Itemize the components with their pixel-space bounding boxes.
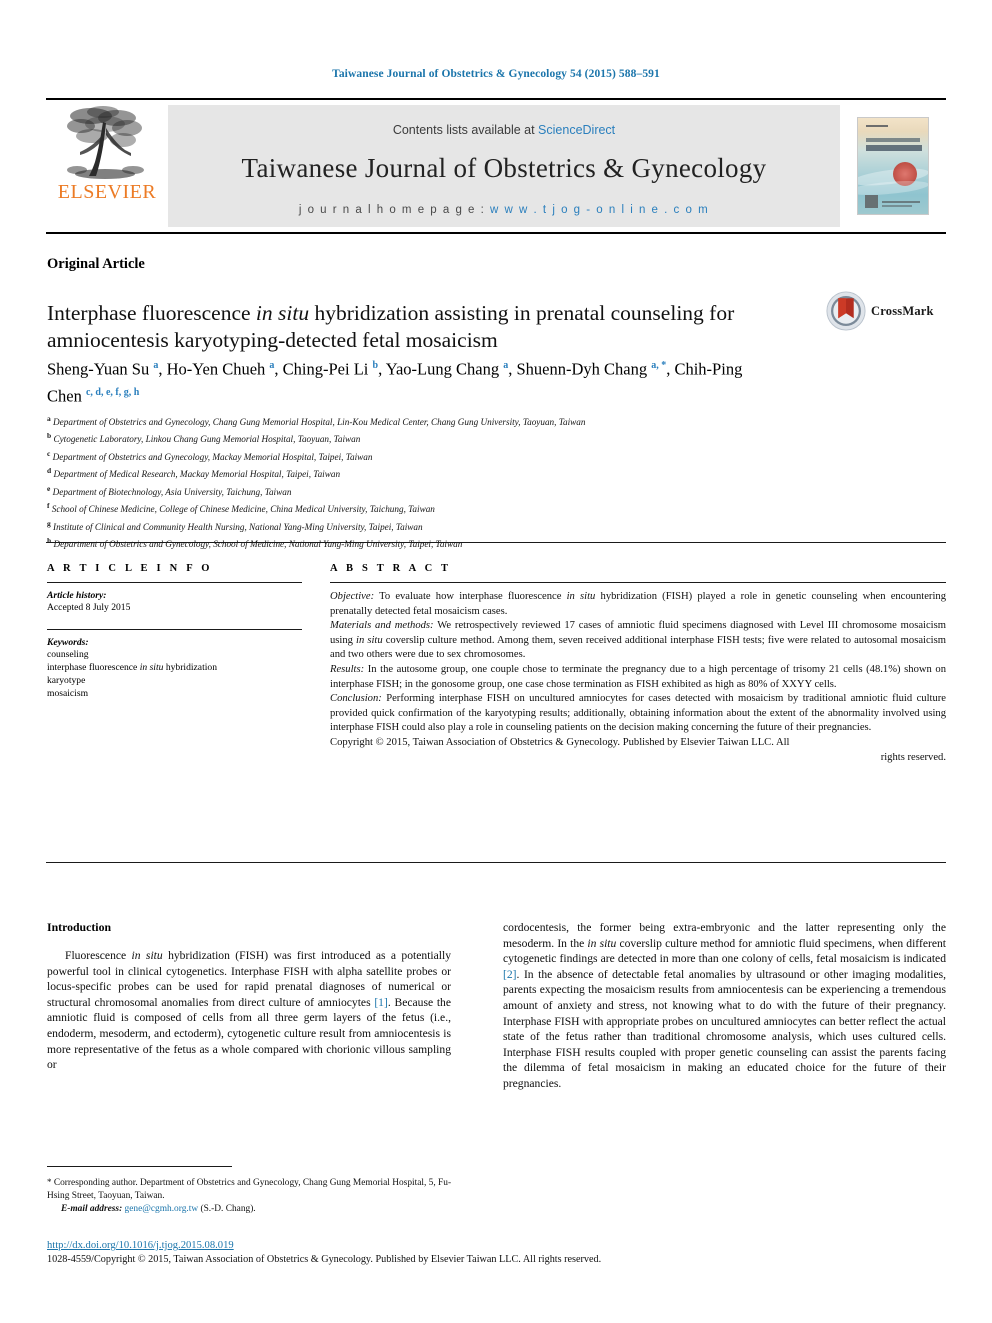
- contents-prefix: Contents lists available at: [392, 122, 539, 137]
- doi-block: http://dx.doi.org/10.1016/j.tjog.2015.08…: [47, 1240, 947, 1265]
- affiliation-marker: d: [47, 466, 52, 476]
- email-link[interactable]: gene@cgmh.org.tw: [125, 1204, 199, 1214]
- abstract-objective: Objective: To evaluate how interphase fl…: [330, 590, 946, 619]
- article-history-value: Accepted 8 July 2015: [47, 602, 131, 613]
- affiliation-marker: h: [47, 536, 52, 546]
- cover-image: [857, 117, 929, 215]
- affiliation-item: e Department of Biotechnology, Asia Univ…: [47, 483, 292, 497]
- abstract-results-text: In the autosome group, one couple chose …: [330, 663, 946, 690]
- article-history-label: Article history:: [47, 590, 107, 601]
- affiliation-item: a Department of Obstetrics and Gynecolog…: [47, 414, 586, 428]
- abstract-results: Results: In the autosome group, one coup…: [330, 663, 946, 692]
- keywords-label: Keywords:: [47, 637, 89, 648]
- running-head: Taiwanese Journal of Obstetrics & Gyneco…: [332, 68, 660, 80]
- paper-page: Taiwanese Journal of Obstetrics & Gyneco…: [0, 0, 992, 1323]
- journal-homepage-line: j o u r n a l h o m e p a g e : w w w . …: [299, 204, 709, 216]
- elsevier-tree-icon: [67, 106, 144, 179]
- affiliation-marker: a: [47, 414, 51, 423]
- homepage-url-link[interactable]: w w w . t j o g - o n l i n e . c o m: [490, 204, 709, 216]
- body-column-left: Introduction Fluorescence in situ hybrid…: [47, 920, 451, 1073]
- keyword-item: interphase fluorescence in situ hybridiz…: [47, 662, 217, 673]
- intro-paragraph-right: cordocentesis, the former being extra-em…: [503, 920, 946, 1092]
- intro-right-text-2: . In the absence of detectable fetal ano…: [503, 967, 946, 1090]
- affiliation-item: b Cytogenetic Laboratory, Linkou Chang G…: [47, 431, 361, 445]
- corresponding-author-footnote: * Corresponding author. Department of Ob…: [47, 1176, 467, 1216]
- article-info-rule: [47, 582, 302, 583]
- crossmark-icon: [826, 291, 866, 331]
- footnote-rule: [47, 1166, 232, 1167]
- email-label: E-mail address:: [61, 1204, 123, 1214]
- elsevier-wordmark: ELSEVIER: [57, 181, 157, 203]
- affiliation-list: a Department of Obstetrics and Gynecolog…: [47, 412, 767, 552]
- article-type-label: Original Article: [47, 256, 145, 272]
- page-title: Interphase fluorescence in situ hybridiz…: [47, 300, 747, 354]
- abstract-heading: A B S T R A C T: [330, 563, 452, 574]
- affiliation-item: f School of Chinese Medicine, College of…: [47, 501, 435, 515]
- abstract-conclusion-text: Performing interphase FISH on uncultured…: [330, 693, 946, 734]
- crossmark-label: CrossMark: [871, 303, 934, 318]
- abstract-column: A B S T R A C T Objective: To evaluate h…: [330, 563, 946, 765]
- homepage-prefix: j o u r n a l h o m e p a g e :: [298, 203, 491, 216]
- article-info-heading: A R T I C L E I N F O: [47, 563, 213, 574]
- title-italic-in-situ: in situ: [255, 301, 310, 326]
- crossmark-badge[interactable]: CrossMark: [826, 288, 944, 334]
- issn-copyright-line: 1028-4559/Copyright © 2015, Taiwan Assoc…: [47, 1254, 602, 1265]
- author-list: Sheng-Yuan Su a, Ho-Yen Chueh a, Ching-P…: [47, 359, 743, 406]
- abstract-conclusion-label: Conclusion:: [330, 693, 382, 705]
- abstract-methods-label: Materials and methods:: [330, 620, 434, 632]
- affiliation-item: c Department of Obstetrics and Gynecolog…: [47, 448, 373, 462]
- article-info-column: A R T I C L E I N F O Article history: A…: [47, 563, 302, 700]
- affiliation-marker: g: [47, 518, 51, 528]
- affiliation-item: g Institute of Clinical and Community He…: [47, 518, 423, 532]
- corresponding-text: Corresponding author. Department of Obst…: [47, 1178, 452, 1201]
- info-section-bottom-rule: [46, 862, 946, 863]
- abstract-objective-text: To evaluate how interphase fluorescence …: [330, 591, 946, 617]
- abstract-body: Objective: To evaluate how interphase fl…: [330, 590, 946, 765]
- affiliation-item: h Department of Obstetrics and Gynecolog…: [47, 536, 463, 550]
- email-suffix: (S.-D. Chang).: [198, 1204, 256, 1214]
- title-part-2: hybridization assisting in prenatal: [309, 301, 606, 326]
- affiliation-marker: f: [47, 501, 50, 511]
- keyword-item: counseling: [47, 649, 89, 660]
- keywords-rule: [47, 629, 302, 630]
- masthead-center: Contents lists available at ScienceDirec…: [168, 105, 840, 227]
- citation-ref-1[interactable]: [1]: [374, 996, 388, 1009]
- keywords-block: Keywords: counseling interphase fluoresc…: [47, 629, 302, 700]
- sciencedirect-link[interactable]: ScienceDirect: [538, 123, 615, 137]
- doi-link[interactable]: http://dx.doi.org/10.1016/j.tjog.2015.08…: [47, 1240, 947, 1251]
- journal-title: Taiwanese Journal of Obstetrics & Gyneco…: [241, 152, 767, 183]
- introduction-heading: Introduction: [47, 920, 112, 934]
- elsevier-logo: ELSEVIER: [46, 100, 168, 232]
- copyright-text: Copyright © 2015, Taiwan Association of …: [330, 736, 790, 748]
- abstract-results-label: Results:: [330, 663, 365, 675]
- contents-available-line: Contents lists available at ScienceDirec…: [393, 123, 615, 137]
- citation-ref-2[interactable]: [2]: [503, 968, 517, 981]
- intro-right-text-1: cordocentesis, the former being extra-em…: [503, 921, 946, 966]
- info-section-top-rule: [46, 542, 946, 543]
- abstract-objective-label: Objective:: [330, 591, 375, 602]
- journal-masthead: ELSEVIER Contents lists available at Sci…: [46, 98, 946, 234]
- journal-cover-thumbnail: [840, 100, 946, 232]
- affiliation-marker: e: [47, 483, 51, 493]
- intro-paragraph-left: Fluorescence in situ hybridization (FISH…: [47, 948, 451, 1073]
- abstract-conclusion: Conclusion: Performing interphase FISH o…: [330, 692, 946, 736]
- copyright-last-line: rights reserved.: [880, 751, 946, 763]
- title-part-1: Interphase fluorescence: [47, 301, 256, 326]
- affiliation-item: d Department of Medical Research, Mackay…: [47, 466, 341, 480]
- body-column-right: cordocentesis, the former being extra-em…: [503, 920, 946, 1092]
- affiliation-marker: c: [47, 448, 51, 458]
- abstract-methods: Materials and methods: We retrospectivel…: [330, 619, 946, 663]
- abstract-rule: [330, 582, 946, 583]
- abstract-copyright: Copyright © 2015, Taiwan Association of …: [330, 736, 946, 765]
- keyword-item: karyotype: [47, 675, 86, 686]
- affiliation-marker: b: [47, 431, 52, 441]
- keyword-item: mosaicism: [47, 688, 89, 699]
